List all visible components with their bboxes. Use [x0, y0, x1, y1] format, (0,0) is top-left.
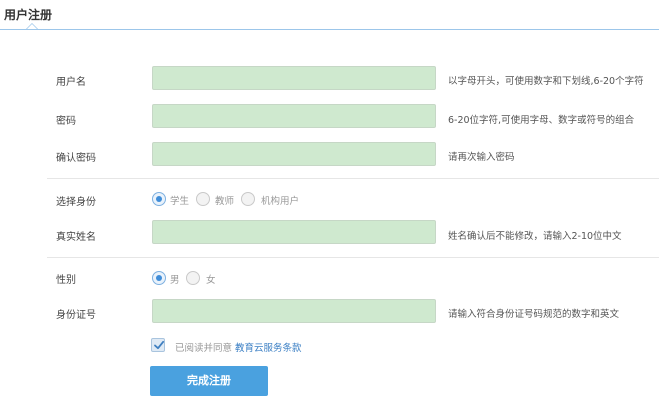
confirm-password-hint: 请再次输入密码 [448, 152, 515, 163]
submit-button[interactable]: 完成注册 [150, 366, 268, 396]
tab-active-caret-icon [26, 23, 38, 29]
divider [47, 178, 659, 179]
agreement-text: 已阅读并同意 教育云服务条款 [175, 340, 302, 354]
real-name-hint: 姓名确认后不能修改，请输入2-10位中文 [448, 231, 622, 242]
id-number-input[interactable] [152, 299, 436, 323]
tab-bar: 用户注册 [0, 0, 659, 30]
checkmark-icon [154, 340, 165, 350]
gender-female-label[interactable]: 女 [206, 272, 216, 286]
terms-link[interactable]: 教育云服务条款 [235, 343, 302, 354]
username-hint: 以字母开头，可使用数字和下划线,6-20个字符 [448, 76, 644, 87]
password-label: 密码 [56, 116, 76, 127]
gender-label: 性别 [56, 275, 76, 286]
identity-label: 选择身份 [56, 197, 96, 208]
id-number-hint: 请输入符合身份证号码规范的数字和英文 [448, 309, 620, 320]
identity-org-label[interactable]: 机构用户 [261, 193, 299, 207]
username-input[interactable] [152, 66, 436, 90]
identity-teacher-label[interactable]: 教师 [215, 193, 234, 207]
id-number-label: 身份证号 [56, 310, 96, 321]
confirm-password-input[interactable] [152, 142, 436, 166]
agreement-prefix: 已阅读并同意 [175, 343, 233, 354]
password-hint: 6-20位字符,可使用字母、数字或符号的组合 [448, 115, 635, 126]
confirm-password-label: 确认密码 [56, 153, 96, 164]
gender-male-radio[interactable] [152, 271, 166, 285]
gender-male-label[interactable]: 男 [170, 272, 180, 286]
identity-org-radio[interactable] [241, 192, 255, 206]
password-input[interactable] [152, 104, 436, 128]
username-label: 用户名 [56, 77, 86, 88]
identity-teacher-radio[interactable] [196, 192, 210, 206]
real-name-label: 真实姓名 [56, 232, 96, 243]
divider [47, 257, 659, 258]
gender-female-radio[interactable] [186, 271, 200, 285]
identity-student-label[interactable]: 学生 [170, 193, 189, 207]
agreement-checkbox[interactable] [151, 338, 165, 352]
real-name-input[interactable] [152, 220, 436, 244]
tab-user-register[interactable]: 用户注册 [4, 6, 52, 23]
identity-student-radio[interactable] [152, 192, 166, 206]
